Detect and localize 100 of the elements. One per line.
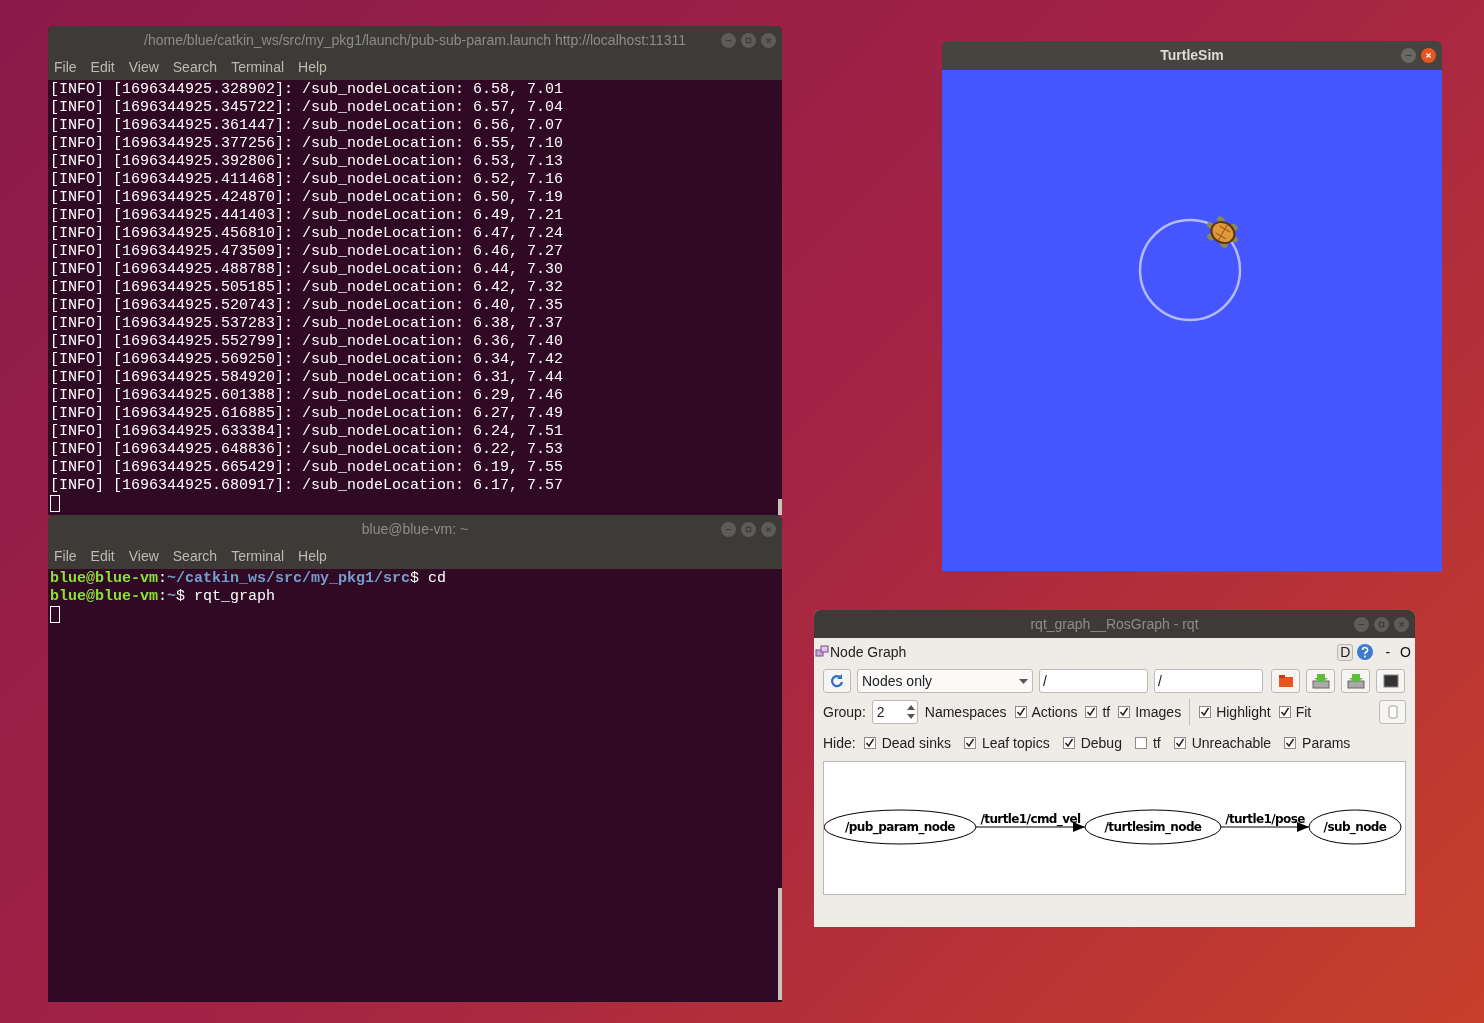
- log-line: [INFO] [1696344925.328902]: /sub_nodeLocation: 6.58, 7.01: [50, 81, 565, 99]
- checkbox[interactable]: [1085, 706, 1098, 718]
- refresh-icon: [829, 673, 845, 689]
- checkbox-label[interactable]: Images: [1135, 701, 1182, 723]
- prompt-path: ~/catkin_ws/src/my_pkg1/src: [167, 570, 411, 588]
- checkbox[interactable]: [963, 737, 976, 749]
- window-title: blue@blue-vm: ~: [361, 519, 469, 539]
- checkbox[interactable]: [1173, 737, 1186, 749]
- minimize-icon[interactable]: [721, 33, 736, 48]
- log-line: [INFO] [1696344925.377256]: /sub_nodeLocation: 6.55, 7.10: [50, 135, 565, 153]
- menu-item[interactable]: Search: [172, 56, 218, 78]
- menu-item[interactable]: Help: [298, 56, 327, 78]
- window-title: TurtleSim: [1160, 46, 1224, 65]
- screenshot-button[interactable]: [1376, 669, 1405, 693]
- help-icon[interactable]: [1357, 644, 1374, 660]
- filter-field[interactable]: /: [1154, 669, 1263, 693]
- topic-label: /turtle1/cmd_vel: [980, 812, 1081, 826]
- fit-view-button[interactable]: [1379, 700, 1406, 724]
- checkbox[interactable]: [1284, 737, 1297, 749]
- close-button[interactable]: O: [1400, 641, 1411, 663]
- checkbox[interactable]: [1118, 706, 1131, 718]
- window-title: /home/blue/catkin_ws/src/my_pkg1/launch/pub-sub-param.launch http://localhost:11311: [143, 30, 687, 50]
- checkbox[interactable]: [1199, 706, 1212, 718]
- checkbox-label[interactable]: Debug: [1080, 732, 1122, 754]
- checkbox[interactable]: [1062, 737, 1075, 749]
- checkbox-label[interactable]: Highlight: [1216, 701, 1271, 723]
- prompt-separator: :: [158, 588, 168, 606]
- dock-button[interactable]: D: [1337, 643, 1354, 661]
- topic-label: /turtle1/pose: [1225, 812, 1305, 826]
- checkbox[interactable]: [1014, 706, 1027, 718]
- save-image-button[interactable]: [1341, 669, 1370, 693]
- node-label: /sub_node: [1323, 820, 1387, 834]
- menu-item[interactable]: Terminal: [231, 56, 285, 78]
- menu-item[interactable]: Edit: [90, 545, 115, 567]
- menu-item[interactable]: Search: [172, 545, 218, 567]
- menu-item[interactable]: File: [54, 545, 77, 567]
- log-line: [INFO] [1696344925.456810]: /sub_nodeLocation: 6.47, 7.24: [50, 225, 565, 243]
- checkbox-label[interactable]: tf: [1152, 732, 1161, 754]
- log-line: [INFO] [1696344925.665429]: /sub_nodeLocation: 6.19, 7.55: [50, 459, 565, 477]
- download-icon: [1310, 671, 1331, 691]
- checkbox[interactable]: [1278, 706, 1291, 718]
- command-text: $ cd: [410, 570, 447, 588]
- menu-item[interactable]: Help: [298, 545, 327, 567]
- log-line: [INFO] [1696344925.552799]: /sub_nodeLocation: 6.36, 7.40: [50, 333, 565, 351]
- log-line: [INFO] [1696344925.616885]: /sub_nodeLocation: 6.27, 7.49: [50, 405, 565, 423]
- turtle-icon: [1206, 216, 1238, 248]
- plugin-icon: [815, 645, 830, 659]
- node-label: /turtlesim_node: [1104, 820, 1202, 834]
- menu-item[interactable]: View: [128, 56, 159, 78]
- hide-label: Hide:: [823, 733, 856, 753]
- prompt-user: blue@blue-vm: [50, 588, 159, 606]
- plugin-title: Node Graph: [830, 642, 907, 662]
- log-line: [INFO] [1696344925.345722]: /sub_nodeLocation: 6.57, 7.04: [50, 99, 565, 117]
- checkbox-label[interactable]: Actions: [1031, 701, 1078, 723]
- log-line: [INFO] [1696344925.441403]: /sub_nodeLocation: 6.49, 7.21: [50, 207, 565, 225]
- text-cursor: [50, 495, 60, 512]
- close-icon[interactable]: [1421, 48, 1436, 63]
- screen-icon: [1380, 671, 1401, 691]
- checkbox-label[interactable]: Unreachable: [1191, 732, 1272, 754]
- menu-item[interactable]: File: [54, 56, 77, 78]
- log-line: [INFO] [1696344925.601388]: /sub_nodeLocation: 6.29, 7.46: [50, 387, 565, 405]
- text-cursor: [50, 606, 60, 623]
- log-line: [INFO] [1696344925.584920]: /sub_nodeLocation: 6.31, 7.44: [50, 369, 565, 387]
- window-title: rqt_graph__RosGraph - rqt: [1030, 614, 1199, 634]
- node-label: /pub_param_node: [845, 820, 955, 834]
- log-line: [INFO] [1696344925.424870]: /sub_nodeLocation: 6.50, 7.19: [50, 189, 565, 207]
- save-dot-button[interactable]: [1306, 669, 1335, 693]
- maximize-icon[interactable]: [741, 33, 756, 48]
- minimize-button[interactable]: -: [1385, 641, 1391, 663]
- maximize-icon[interactable]: [741, 522, 756, 537]
- checkbox-label[interactable]: Leaf topics: [981, 732, 1050, 754]
- checkbox-label[interactable]: tf: [1102, 701, 1111, 723]
- log-line: [INFO] [1696344925.361447]: /sub_nodeLocation: 6.56, 7.07: [50, 117, 565, 135]
- scrollbar-thumb[interactable]: [778, 499, 782, 515]
- menu-item[interactable]: Edit: [90, 56, 115, 78]
- scrollbar-thumb[interactable]: [778, 888, 782, 1000]
- group-label: Group:: [823, 702, 866, 722]
- maximize-icon[interactable]: [1374, 617, 1389, 632]
- open-button[interactable]: [1271, 669, 1300, 693]
- minimize-icon[interactable]: [721, 522, 736, 537]
- page-icon: [1385, 705, 1400, 719]
- prompt-path: ~: [167, 588, 177, 606]
- checkbox-label[interactable]: Params: [1302, 732, 1351, 754]
- mode-dropdown[interactable]: Nodes only: [857, 669, 1033, 693]
- checkbox[interactable]: [1134, 737, 1147, 749]
- download-icon: [1345, 671, 1366, 691]
- prompt-separator: :: [158, 570, 168, 588]
- checkbox[interactable]: [863, 737, 876, 749]
- checkbox-label[interactable]: Fit: [1295, 701, 1312, 723]
- log-line: [INFO] [1696344925.411468]: /sub_nodeLocation: 6.52, 7.16: [50, 171, 565, 189]
- log-line: [INFO] [1696344925.392806]: /sub_nodeLocation: 6.53, 7.13: [50, 153, 565, 171]
- minimize-icon[interactable]: [1401, 48, 1416, 63]
- log-line: [INFO] [1696344925.488788]: /sub_nodeLocation: 6.44, 7.30: [50, 261, 565, 279]
- menu-item[interactable]: Terminal: [231, 545, 285, 567]
- menu-item[interactable]: View: [128, 545, 159, 567]
- filter-field[interactable]: /: [1039, 669, 1148, 693]
- minimize-icon[interactable]: [1354, 617, 1369, 632]
- group-spinbox[interactable]: 2: [871, 700, 918, 724]
- refresh-button[interactable]: [823, 669, 851, 693]
- checkbox-label[interactable]: Dead sinks: [881, 732, 951, 754]
